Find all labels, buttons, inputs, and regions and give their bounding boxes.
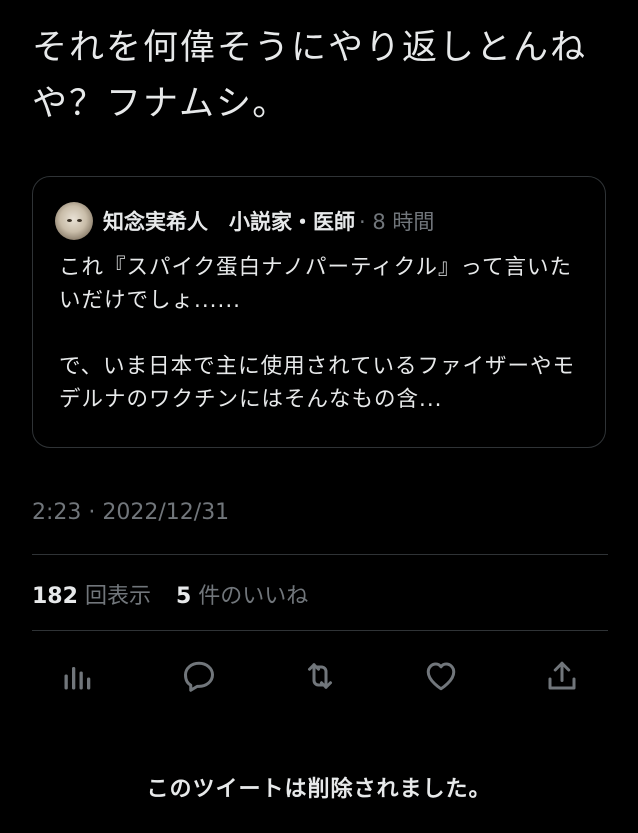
views-label: 回表示 (84, 584, 151, 609)
engagement-stats: 182 回表示 5 件のいいね (32, 578, 326, 610)
likes-count[interactable]: 5 (176, 584, 191, 609)
action-bar (55, 652, 585, 700)
avatar-eye (67, 219, 72, 222)
share-icon (548, 661, 576, 690)
retweet-icon (308, 663, 332, 689)
quoted-tweet-text: これ『スパイク蛋白ナノパーティクル』って言いたいだけでしょ...... で、いま… (59, 255, 575, 412)
likes-label[interactable]: 件のいいね (198, 584, 308, 609)
share-button[interactable] (539, 653, 585, 699)
reply-button[interactable] (176, 653, 222, 699)
quoted-tweet-card[interactable]: 知念実希人 小説家・医師 · 8 時間 これ『スパイク蛋白ナノパーティクル』って… (32, 176, 606, 448)
quoted-tweet-header: 知念実希人 小説家・医師 · 8 時間 (55, 201, 434, 241)
avatar[interactable] (55, 202, 93, 240)
quoted-author-name[interactable]: 知念実希人 小説家・医師 (103, 206, 355, 236)
views-count: 182 (32, 584, 78, 609)
heart-icon (426, 662, 456, 691)
tweet-timestamp[interactable]: 2:23 · 2022/12/31 (32, 500, 229, 525)
avatar-eye (77, 219, 82, 222)
analytics-icon (64, 667, 91, 690)
retweet-button[interactable] (297, 653, 343, 699)
reply-icon (184, 661, 214, 692)
like-button[interactable] (418, 653, 464, 699)
tweet-text: それを何偉そうにやり返しとんねや？フナムシ。 (32, 28, 588, 124)
divider (32, 554, 608, 555)
divider (32, 630, 608, 631)
quoted-tweet-age: · 8 時間 (359, 210, 435, 234)
analytics-button[interactable] (55, 653, 101, 699)
deleted-tweet-notice: このツイートは削除されました。 (146, 777, 492, 802)
